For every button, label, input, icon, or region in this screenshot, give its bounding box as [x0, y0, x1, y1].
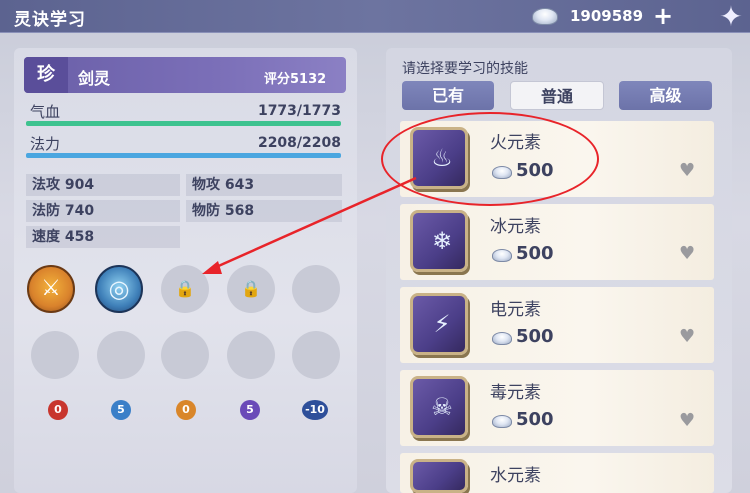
- annotation-arrow: [202, 176, 417, 274]
